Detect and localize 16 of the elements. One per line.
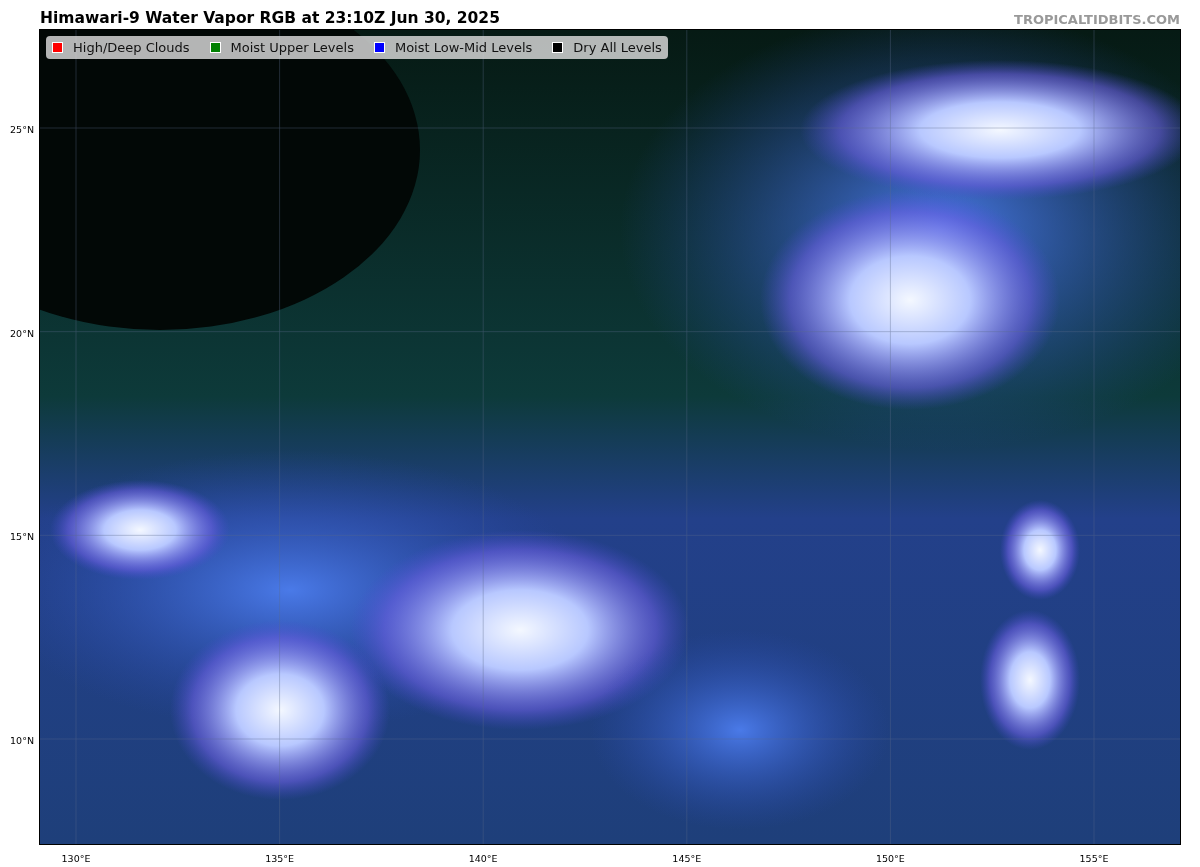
longitude-label: 130°E [61, 853, 91, 864]
longitude-label: 155°E [1079, 853, 1109, 864]
longitude-label: 145°E [672, 853, 702, 864]
latitude-label: 10°N [10, 734, 34, 746]
latitude-label: 20°N [10, 327, 34, 339]
longitude-label: 150°E [875, 853, 905, 864]
legend-label: Moist Low-Mid Levels [394, 40, 533, 55]
site-credit: TROPICALTIDBITS.COM [1014, 12, 1180, 29]
latitude-label: 15°N [10, 530, 34, 542]
legend-label: High/Deep Clouds [73, 40, 190, 55]
longitude-label: 140°E [468, 853, 498, 864]
legend-label: Dry All Levels [573, 40, 662, 55]
chart-title: Himawari-9 Water Vapor RGB at 23:10Z Jun 30, 2025 [40, 9, 500, 29]
latitude-label: 25°N [10, 123, 34, 135]
legend-label: Moist Upper Levels [230, 40, 354, 55]
longitude-label: 135°E [265, 853, 295, 864]
